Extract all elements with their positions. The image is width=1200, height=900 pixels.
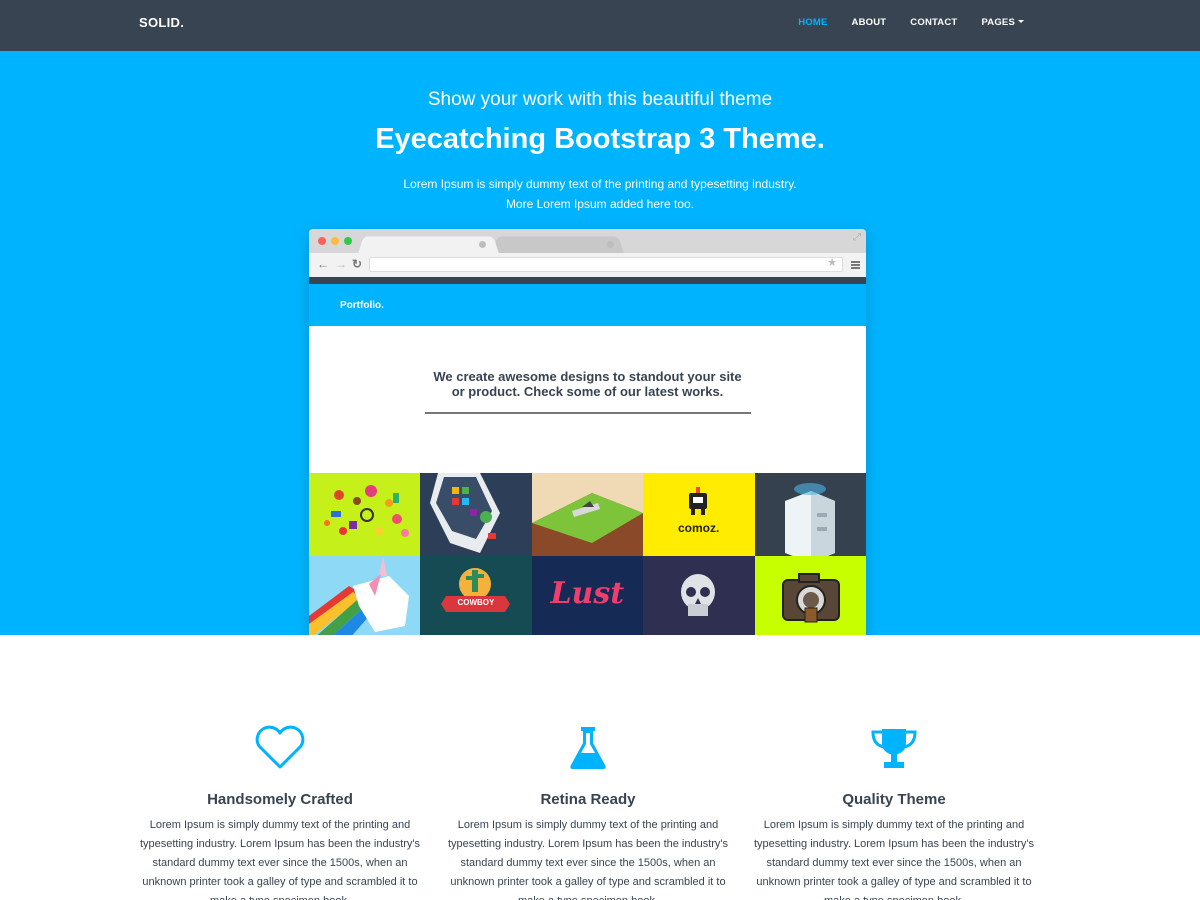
mockup-heading-line: or product. Check some of our latest wor… [451, 384, 724, 399]
back-arrow-icon: ← [317, 257, 329, 271]
hero-text-line: Lorem Ipsum is simply dummy text of the … [403, 177, 797, 191]
portfolio-tile-fridge [754, 473, 866, 556]
cowboy-label: COWBOY [457, 598, 495, 607]
portfolio-tile-unicorn [309, 556, 421, 635]
hero-subtitle: Show your work with this beautiful theme [427, 89, 773, 110]
feature-title: Quality Theme [842, 791, 946, 808]
hero-title: Eyecatching Bootstrap 3 Theme. [375, 123, 825, 155]
unicorn-illustration [309, 556, 409, 635]
hero-text-line: More Lorem Ipsum added here too. [505, 197, 695, 211]
features-section: Handsomely Crafted Lorem Ipsum is simply… [0, 635, 1200, 900]
menu-icon [851, 261, 860, 269]
feature-text: Lorem Ipsum is simply dummy text of the … [753, 819, 1035, 900]
expand-icon: ⤢ [853, 232, 861, 243]
nav-home[interactable]: HOME [798, 17, 827, 28]
reload-icon: ↻ [352, 257, 363, 271]
portfolio-tile-skull [643, 556, 755, 635]
nav-pages-dropdown[interactable]: PAGES [981, 17, 1024, 28]
skull-illustration [681, 574, 716, 616]
browser-titlebar: ⤢ [309, 229, 866, 254]
flask-icon [443, 725, 733, 771]
portfolio-tile-comoz: comoz. [643, 473, 755, 556]
comoz-label: comoz. [678, 521, 720, 535]
brand-logo[interactable]: SOLID. [139, 15, 184, 30]
nav-pages-label: PAGES [981, 17, 1015, 28]
portfolio-grid: comoz. COWBOY Lust [309, 473, 866, 635]
mockup-brand: Portfolio. [340, 300, 384, 311]
portfolio-tile-camera [754, 556, 866, 635]
mockup-navbar: Portfolio. [309, 284, 866, 326]
mockup-body: We create awesome designs to standout yo… [309, 326, 866, 473]
fridge-illustration [784, 483, 835, 556]
tab-close-icon [479, 241, 486, 248]
heart-icon [135, 725, 425, 771]
caret-down-icon [1018, 20, 1024, 23]
star-icon: ★ [827, 257, 837, 269]
comoz-illustration [689, 487, 708, 515]
nav-about[interactable]: ABOUT [852, 17, 887, 28]
phone-illustration [430, 473, 501, 553]
close-dot-icon [318, 237, 326, 245]
tab-close-icon [607, 241, 614, 248]
portfolio-tile-phone [420, 473, 532, 556]
mockup-heading: We create awesome designs to standout yo… [309, 369, 866, 399]
cowboy-illustration [441, 568, 511, 612]
browser-mockup: ⤢ ← → ↻ ★ Portfolio. We create awesome d… [309, 229, 866, 635]
mockup-heading-line: We create awesome designs to standout yo… [433, 369, 742, 384]
hero-text: Lorem Ipsum is simply dummy text of the … [0, 174, 1200, 214]
hill-illustration [531, 493, 643, 556]
trophy-icon [749, 725, 1039, 771]
maximize-dot-icon [344, 237, 352, 245]
browser-tab-active [358, 236, 499, 254]
minimize-dot-icon [331, 237, 339, 245]
portfolio-tile-candy [309, 473, 421, 556]
portfolio-tile-lust: Lust [531, 556, 644, 635]
camera-illustration [781, 573, 840, 623]
lust-label: Lust [550, 576, 625, 611]
navbar: SOLID. HOME ABOUT CONTACT PAGES [0, 0, 1200, 51]
nav-menu: HOME ABOUT CONTACT PAGES [774, 17, 1024, 28]
feature-title: Retina Ready [540, 791, 636, 808]
feature-text: Lorem Ipsum is simply dummy text of the … [447, 819, 729, 900]
mockup-topbar [309, 277, 866, 284]
feature-text: Lorem Ipsum is simply dummy text of the … [139, 819, 421, 900]
candy-illustration [324, 485, 409, 537]
portfolio-tile-cowboy: COWBOY [420, 556, 532, 635]
hero-section: Show your work with this beautiful theme… [0, 51, 1200, 635]
mockup-divider [425, 412, 751, 414]
forward-arrow-icon: → [335, 257, 347, 271]
feature-title: Handsomely Crafted [207, 791, 353, 808]
browser-tab-inactive [492, 236, 624, 254]
browser-toolbar: ← → ↻ ★ [309, 253, 866, 277]
portfolio-tile-hill [531, 473, 644, 556]
nav-contact[interactable]: CONTACT [910, 17, 957, 28]
url-bar: ★ [369, 257, 843, 272]
